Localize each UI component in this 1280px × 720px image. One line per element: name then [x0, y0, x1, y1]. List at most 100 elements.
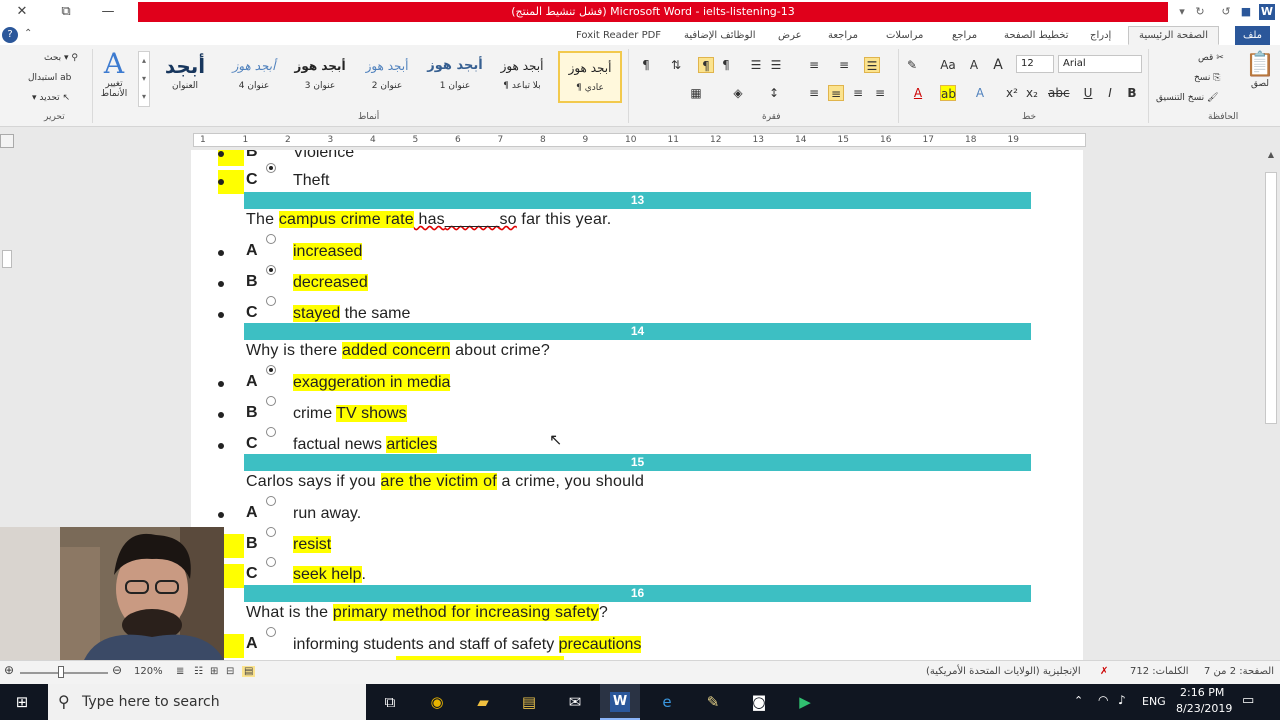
change-case-icon[interactable]: Aa [940, 57, 956, 73]
style-heading-2[interactable]: أبجد هوز عنوان 2 [355, 51, 419, 103]
answer-option[interactable]: Ainforming students and staff of safety … [191, 627, 891, 658]
scroll-up-icon[interactable]: ▲ [1265, 150, 1277, 162]
shrink-font-icon[interactable]: A [966, 57, 982, 73]
pilcrow-icon[interactable]: ¶ [638, 57, 654, 73]
answer-option[interactable]: B Violence [191, 150, 891, 166]
radio-button[interactable] [266, 557, 276, 567]
tab-file[interactable]: ملف [1235, 26, 1271, 45]
zoom-slider-thumb[interactable] [58, 666, 64, 678]
tab-references[interactable]: مراجع [952, 27, 977, 44]
underline-icon[interactable]: U [1080, 85, 1096, 101]
vertical-scrollbar[interactable]: ▲ [1262, 150, 1280, 660]
tab-insert[interactable]: إدراج [1090, 27, 1111, 44]
network-icon[interactable]: ◠ [1098, 693, 1108, 707]
clear-format-icon[interactable]: ✎ [904, 57, 920, 73]
close-icon[interactable]: ✕ [12, 3, 32, 21]
tab-foxit[interactable]: Foxit Reader PDF [576, 27, 661, 44]
answer-option[interactable]: Aexaggeration in media [191, 365, 891, 396]
sort-icon[interactable]: ⇅ [668, 57, 684, 73]
word-taskbar-button[interactable]: W [600, 684, 640, 720]
clock-time[interactable]: 2:16 PM [1180, 686, 1224, 699]
taskbar-search[interactable]: ⚲ Type here to search [48, 684, 366, 720]
radio-button[interactable] [266, 365, 276, 375]
radio-button[interactable] [266, 427, 276, 437]
minimize-ribbon-icon[interactable]: ⌃ [24, 28, 32, 39]
tab-addins[interactable]: الوظائف الإضافية [684, 27, 756, 44]
select-button[interactable]: ▾ تحديد ↖ [32, 93, 70, 103]
align-left-icon[interactable]: ≡ [872, 85, 888, 101]
font-name-field[interactable]: Arial [1058, 55, 1142, 73]
minimize-icon[interactable]: — [98, 3, 118, 21]
tab-view[interactable]: عرض [778, 27, 802, 44]
answer-option[interactable]: Bcrime TV shows [191, 396, 891, 427]
answer-option[interactable]: Bresist [191, 527, 891, 558]
qat-customize-icon[interactable]: ▾ [1174, 4, 1190, 20]
tab-page-layout[interactable]: تخطيط الصفحة [1004, 27, 1069, 44]
view-web-icon[interactable]: ⊞ [210, 666, 218, 677]
borders-icon[interactable]: ▦ [688, 85, 704, 101]
zoom-out-icon[interactable]: ⊖ [112, 663, 122, 677]
tab-review[interactable]: مراجعة [828, 27, 858, 44]
superscript-icon[interactable]: x² [1004, 85, 1020, 101]
copy-button[interactable]: نسخ ⎘ [1194, 73, 1220, 83]
align-center-icon[interactable]: ≡ [850, 85, 866, 101]
answer-option[interactable]: Aincreased [191, 234, 891, 265]
format-painter-button[interactable]: نسخ التنسيق 🖌 [1156, 93, 1218, 103]
increase-indent-icon[interactable]: ☰ [748, 57, 764, 73]
rtl-icon[interactable]: ¶ [718, 57, 734, 73]
radio-button[interactable] [266, 296, 276, 306]
radio-button[interactable] [266, 163, 276, 173]
answer-option[interactable]: C Theft [191, 163, 891, 194]
style-heading-4[interactable]: أبجد هوز عنوان 4 [222, 51, 286, 103]
clock-date[interactable]: 8/23/2019 [1176, 702, 1232, 715]
radio-button[interactable] [266, 627, 276, 637]
view-outline-icon[interactable]: ☷ [194, 666, 203, 677]
zoom-slider[interactable] [20, 672, 108, 674]
camera-icon[interactable]: ◙ [749, 692, 769, 712]
horizontal-ruler[interactable]: 1 1 2 3 4 5 6 7 8 9 10 11 12 13 14 15 16 17 18 19 [193, 133, 1086, 147]
decrease-indent-icon[interactable]: ☰ [768, 57, 784, 73]
task-view-icon[interactable]: ⧉ [380, 692, 400, 712]
style-no-spacing[interactable]: أبجد هوز ¶ بلا تباعد [490, 51, 554, 103]
replace-button[interactable]: استبدال ab [28, 73, 71, 83]
ruler-toggle-icon[interactable] [0, 134, 14, 148]
tab-mailings[interactable]: مراسلات [886, 27, 923, 44]
italic-icon[interactable]: I [1102, 85, 1118, 101]
page-number[interactable]: الصفحة: 2 من 7 [1204, 666, 1274, 677]
tray-chevron-icon[interactable]: ⌃ [1074, 694, 1083, 707]
radio-button[interactable] [266, 396, 276, 406]
chrome-icon[interactable]: ◉ [427, 692, 447, 712]
font-color-icon[interactable]: A [910, 85, 926, 101]
find-button[interactable]: بحث ▾ ⚲ [44, 53, 78, 63]
line-spacing-icon[interactable]: ↕ [766, 85, 782, 101]
styles-scroll[interactable]: ▴ ▾ ▾ [138, 51, 150, 107]
change-styles-button[interactable]: A تغيير الأنماط [96, 49, 132, 100]
redo-icon[interactable]: ↻ [1192, 4, 1208, 20]
document-page[interactable]: B Violence C Theft 13 The campus crime rate h… [191, 150, 1083, 660]
grow-font-icon[interactable]: A [990, 57, 1006, 73]
zoom-in-icon[interactable]: ⊕ [4, 663, 14, 677]
font-size-field[interactable]: 12 [1016, 55, 1054, 73]
style-heading-3[interactable]: أبجد هوز عنوان 3 [288, 51, 352, 103]
view-print-layout-icon[interactable]: ▤ [242, 666, 256, 677]
notifications-icon[interactable]: ▭ [1242, 693, 1254, 708]
style-normal[interactable]: أبجد هوز ¶ عادي [558, 51, 622, 103]
radio-button[interactable] [266, 527, 276, 537]
justify-icon[interactable]: ≡ [806, 85, 822, 101]
bold-icon[interactable]: B [1124, 85, 1140, 101]
tab-home[interactable]: الصفحة الرئيسية [1128, 26, 1219, 45]
subscript-icon[interactable]: x₂ [1024, 85, 1040, 101]
ltr-icon[interactable]: ¶ [698, 57, 714, 73]
proofing-icon[interactable]: ✗ [1100, 666, 1108, 677]
align-right-icon[interactable]: ≡ [828, 85, 844, 101]
bullets-icon[interactable]: ☰ [864, 57, 880, 73]
strikethrough-icon[interactable]: abc [1048, 85, 1070, 101]
highlight-icon[interactable]: ab [940, 85, 956, 101]
scroll-thumb[interactable] [1265, 172, 1277, 424]
shading-icon[interactable]: ◈ [730, 85, 746, 101]
radio-button[interactable] [266, 234, 276, 244]
undo-icon[interactable]: ↺ [1218, 4, 1234, 20]
radio-button[interactable] [266, 496, 276, 506]
multilevel-list-icon[interactable]: ≡ [806, 57, 822, 73]
numbering-icon[interactable]: ≡ [836, 57, 852, 73]
